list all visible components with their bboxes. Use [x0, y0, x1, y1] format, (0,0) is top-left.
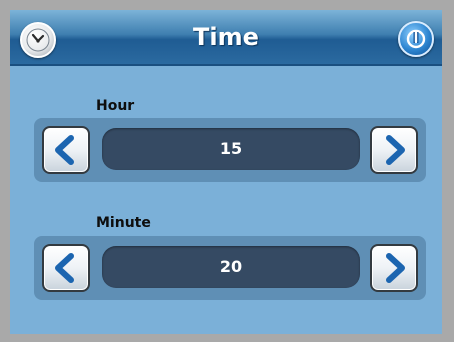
page-title: Time [193, 23, 259, 51]
header-bar: Time [10, 10, 442, 66]
chevron-right-icon [386, 135, 405, 165]
hour-value-field: 15 [102, 128, 360, 170]
chevron-left-icon [55, 135, 74, 165]
minute-value: 20 [219, 257, 243, 276]
hour-row: 15 [34, 118, 426, 182]
chevron-left-icon [55, 253, 74, 283]
power-button[interactable] [398, 21, 434, 57]
hour-increase-button[interactable] [370, 126, 418, 174]
minute-value-field: 20 [102, 246, 360, 288]
chevron-right-icon [386, 253, 405, 283]
minute-row: 20 [34, 236, 426, 300]
time-settings-window: Time Hour 15 Minute 20 [10, 10, 442, 334]
minute-decrease-button[interactable] [42, 244, 90, 292]
hour-value: 15 [219, 139, 243, 158]
minute-label: Minute [96, 215, 151, 231]
hour-label: Hour [96, 98, 135, 114]
minute-increase-button[interactable] [370, 244, 418, 292]
power-icon [406, 29, 426, 49]
hour-decrease-button[interactable] [42, 126, 90, 174]
